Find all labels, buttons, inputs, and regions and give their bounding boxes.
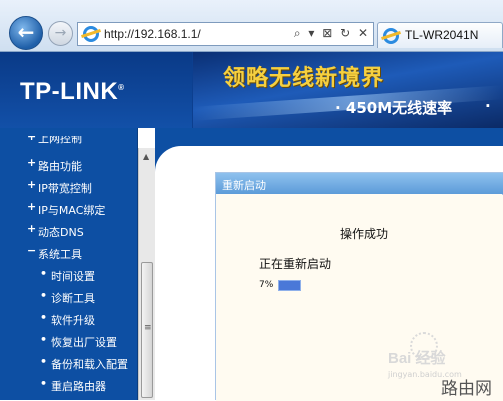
bullet-icon: •	[40, 289, 48, 302]
sidebar-item[interactable]: • 时间设置	[0, 265, 138, 287]
dialog-title: 重新启动	[222, 179, 266, 192]
address-url[interactable]: http://192.168.1.1/	[104, 27, 201, 41]
sidebar-item-label: IP带宽控制	[38, 182, 92, 195]
sidebar-item[interactable]: • 恢复出厂设置	[0, 331, 138, 353]
sidebar-scrollbar[interactable]: ▲ ≡	[138, 148, 155, 400]
scroll-up-icon[interactable]: ▲	[143, 152, 149, 161]
ie-tab-icon	[383, 28, 399, 44]
ie-page-icon	[83, 26, 99, 42]
sidebar-item-label: IP与MAC绑定	[38, 204, 106, 217]
sidebar-item-label: 备份和载入配置	[51, 358, 128, 371]
sidebar-item-label: 系统工具	[38, 248, 82, 261]
sidebar-item[interactable]: + IP与MAC绑定	[0, 199, 138, 221]
banner-speed: · 450M无线速率	[335, 99, 453, 117]
bullet-icon: •	[40, 333, 48, 346]
bullet-icon: +	[27, 178, 37, 191]
sidebar-item[interactable]: − 系统工具	[0, 243, 138, 265]
grip-icon: ≡	[144, 323, 152, 333]
bullet-icon: +	[27, 200, 37, 213]
logo-text: TP-LINK	[20, 78, 119, 105]
sidebar-item-label: 动态DNS	[38, 226, 84, 239]
bullet-icon: •	[40, 311, 48, 324]
browser-toolbar: ← → http://192.168.1.1/ ⌕ ▾ ⊠ ↻ ✕ TL-WR2…	[0, 0, 503, 52]
progress-percent: 7%	[259, 280, 274, 290]
progress-bar	[278, 280, 301, 291]
sidebar-item-label: 诊断工具	[51, 292, 95, 305]
sidebar-item-label: 上网控制	[38, 136, 82, 144]
banner-slogan: 领略无线新境界	[223, 66, 385, 91]
sidebar-item[interactable]: • 重启路由器	[0, 375, 138, 397]
sidebar-item[interactable]: • 软件升级	[0, 309, 138, 331]
banner-trailing-dot: ·	[485, 97, 491, 115]
sidebar-item[interactable]: + 动态DNS	[0, 221, 138, 243]
bullet-icon: •	[40, 377, 48, 390]
logo-area: TP-LINK®	[0, 52, 192, 128]
sidebar-item[interactable]: • 诊断工具	[0, 287, 138, 309]
sidebar-item[interactable]: + 路由功能	[0, 155, 138, 177]
sidebar-item-label: 时间设置	[51, 270, 95, 283]
tp-link-logo: TP-LINK®	[20, 78, 125, 106]
site-watermark: 路由网	[441, 379, 492, 399]
arrow-right-icon: →	[54, 25, 67, 41]
bullet-icon: +	[27, 222, 37, 235]
address-tools-icons[interactable]: ⌕ ▾ ⊠ ↻ ✕	[294, 26, 370, 41]
sidebar-item-label: 恢复出厂设置	[51, 336, 117, 349]
bullet-icon: +	[27, 156, 37, 169]
banner-graphic: 领略无线新境界 · 450M无线速率 ·	[193, 52, 503, 128]
sidebar-item[interactable]: + 上网控制	[0, 136, 138, 144]
restart-message: 正在重新启动	[259, 257, 332, 271]
restart-dialog: 重新启动 操作成功 正在重新启动 7%	[215, 172, 503, 401]
arrow-left-icon: ←	[17, 20, 35, 44]
back-button[interactable]: ←	[9, 16, 43, 50]
sidebar-item-label: 软件升级	[51, 314, 95, 327]
address-bar[interactable]: http://192.168.1.1/ ⌕ ▾ ⊠ ↻ ✕	[77, 22, 374, 46]
bullet-icon: •	[40, 267, 48, 280]
tab-title: TL-WR2041N	[405, 28, 479, 42]
browser-tab[interactable]: TL-WR2041N	[377, 22, 503, 48]
sidebar-item-label: 路由功能	[38, 160, 82, 173]
dialog-title-bar: 重新启动	[216, 173, 503, 194]
baidu-watermark: Bai 经验	[388, 347, 446, 368]
sidebar-item[interactable]: + IP带宽控制	[0, 177, 138, 199]
sidebar-menu: + 上网控制 + 路由功能 + IP带宽控制 + IP与MAC绑定 + 动态DNS − 系统工具 • 时间…	[0, 128, 138, 400]
sidebar-item-label: 重启路由器	[51, 380, 106, 393]
scrollbar-thumb[interactable]: ≡	[141, 262, 153, 398]
watermark-brand: Bai	[388, 350, 412, 367]
success-message: 操作成功	[340, 227, 389, 241]
watermark-brand-cn: 经验	[415, 350, 446, 367]
bullet-icon: +	[27, 136, 37, 143]
router-banner: TP-LINK® 领略无线新境界 · 450M无线速率 ·	[0, 52, 503, 128]
bullet-icon: •	[40, 355, 48, 368]
sidebar-item[interactable]: • 备份和载入配置	[0, 353, 138, 375]
forward-button[interactable]: →	[48, 21, 73, 46]
registered-mark: ®	[118, 83, 125, 92]
bullet-icon: −	[27, 244, 37, 257]
